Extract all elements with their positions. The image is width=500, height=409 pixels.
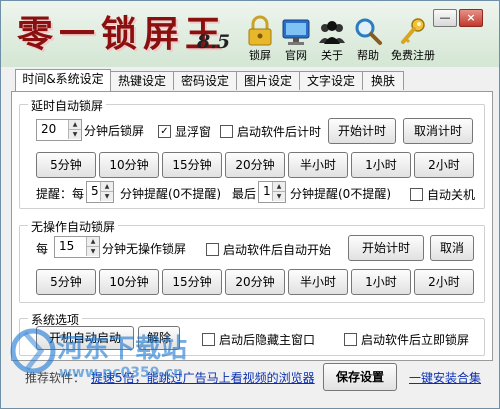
idle-preset-10min[interactable]: 10分钟 (99, 269, 159, 295)
hide-main-window-checkbox[interactable]: 启动后隐藏主窗口 (202, 331, 315, 348)
delay-lock-title: 延时自动锁屏 (28, 97, 107, 114)
idle-preset-2hour[interactable]: 2小时 (414, 269, 474, 295)
idle-minutes-suffix: 分钟无操作锁屏 (102, 242, 187, 256)
tab-text[interactable]: 文字设定 (299, 71, 363, 90)
spinner-up-arrow[interactable]: ▲ (68, 120, 81, 130)
recommend-link[interactable]: 提速5倍，能跳过广告马上看视频的浏览器 (91, 369, 315, 386)
tab-skin[interactable]: 换肤 (362, 71, 404, 90)
app-version: 8.5 (197, 31, 231, 53)
spinner-down-arrow[interactable]: ▼ (272, 192, 285, 201)
idle-preset-15min[interactable]: 15分钟 (162, 269, 222, 295)
delay-preset-15min[interactable]: 15分钟 (162, 152, 222, 178)
checkmark-icon: ✓ (158, 125, 171, 138)
delay-minutes-suffix: 分钟后锁屏 (84, 124, 145, 138)
auto-shutdown-checkbox[interactable]: 自动关机 (410, 186, 475, 203)
show-float-window-checkbox[interactable]: ✓ 显浮窗 (158, 123, 211, 140)
delay-minutes-input[interactable] (39, 121, 69, 137)
delay-cancel-button[interactable]: 取消计时 (403, 118, 473, 144)
delay-preset-20min[interactable]: 20分钟 (225, 152, 285, 178)
people-icon (319, 21, 345, 44)
title-bar: 零一锁屏王 8.5 锁屏 官网 关于 帮助 免费注册 — × (1, 1, 499, 67)
lock-on-startup-checkbox[interactable]: 启动软件后立即锁屏 (344, 331, 469, 348)
tab-image[interactable]: 图片设定 (236, 71, 300, 90)
show-float-window-label: 显浮窗 (175, 125, 212, 139)
auto-shutdown-label: 自动关机 (427, 188, 476, 202)
delay-preset-1hour[interactable]: 1小时 (351, 152, 411, 178)
remind-last-spinner[interactable]: ▲ ▼ (258, 181, 286, 203)
idle-minutes-input[interactable] (57, 238, 87, 254)
checkbox-box (202, 333, 215, 346)
remove-boot-start-button[interactable]: 解除 (138, 326, 180, 350)
about-button[interactable]: 关于 (317, 15, 347, 63)
system-options-group: 系统选项 开机自动启动 解除 启动后隐藏主窗口 启动软件后立即锁屏 (19, 311, 485, 356)
checkbox-box (220, 125, 233, 138)
timer-on-startup-checkbox[interactable]: 启动软件后计时 (220, 123, 321, 140)
idle-lock-title: 无操作自动锁屏 (28, 218, 119, 235)
tab-password[interactable]: 密码设定 (173, 71, 237, 90)
idle-cancel-button[interactable]: 取消 (430, 235, 474, 261)
remind-prefix: 提醒：每 (36, 187, 85, 201)
timer-on-startup-label: 启动软件后计时 (237, 125, 322, 139)
checkbox-box (206, 243, 219, 256)
idle-minutes-spinner[interactable]: ▲ ▼ (54, 236, 100, 258)
website-button[interactable]: 官网 (281, 15, 311, 63)
about-label: 关于 (321, 49, 343, 62)
delay-start-button[interactable]: 开始计时 (328, 118, 396, 144)
spinner-down-arrow[interactable]: ▼ (68, 130, 81, 139)
app-window: 零一锁屏王 8.5 锁屏 官网 关于 帮助 免费注册 — × 时间&系统设定 热… (0, 0, 500, 409)
idle-preset-5min[interactable]: 5分钟 (36, 269, 96, 295)
tab-content-panel: 延时自动锁屏 ▲ ▼ 分钟后锁屏 ✓ 显浮窗 启动软件后计时 开始计时 取消计时… (11, 91, 493, 361)
monitor-icon (282, 19, 310, 45)
delay-preset-5min[interactable]: 5分钟 (36, 152, 96, 178)
spinner-up-arrow[interactable]: ▲ (86, 237, 99, 247)
app-title: 零一锁屏王 (17, 13, 228, 55)
website-label: 官网 (285, 49, 307, 62)
spinner-up-arrow[interactable]: ▲ (272, 182, 285, 192)
minimize-button[interactable]: — (433, 9, 457, 27)
magnifier-icon (355, 18, 382, 45)
remind-every-spinner[interactable]: ▲ ▼ (86, 181, 114, 203)
save-settings-button[interactable]: 保存设置 (323, 363, 397, 391)
help-button[interactable]: 帮助 (353, 15, 383, 63)
lock-on-startup-label: 启动软件后立即锁屏 (361, 333, 470, 347)
idle-preset-half-hour[interactable]: 半小时 (288, 269, 348, 295)
close-button[interactable]: × (459, 9, 483, 27)
recommend-label: 推荐软件： (25, 371, 86, 385)
lock-screen-button[interactable]: 锁屏 (245, 15, 275, 63)
idle-preset-1hour[interactable]: 1小时 (351, 269, 411, 295)
idle-lock-group: 无操作自动锁屏 每 ▲ ▼ 分钟无操作锁屏 启动软件后自动开始 开始计时 取消 … (19, 218, 485, 303)
idle-preset-20min[interactable]: 20分钟 (225, 269, 285, 295)
checkbox-box (344, 333, 357, 346)
delay-minutes-spinner[interactable]: ▲ ▼ (36, 119, 82, 141)
remind-last-prefix: 最后 (232, 187, 257, 201)
delay-preset-10min[interactable]: 10分钟 (99, 152, 159, 178)
spinner-down-arrow[interactable]: ▼ (86, 247, 99, 256)
padlock-icon (248, 15, 272, 46)
idle-auto-start-checkbox[interactable]: 启动软件后自动开始 (206, 241, 331, 258)
idle-start-button[interactable]: 开始计时 (348, 235, 424, 261)
spinner-down-arrow[interactable]: ▼ (100, 192, 113, 201)
free-register-label: 免费注册 (391, 49, 435, 62)
spinner-up-arrow[interactable]: ▲ (100, 182, 113, 192)
tab-hotkey[interactable]: 热键设定 (110, 71, 174, 90)
install-bundle-link[interactable]: 一键安装合集 (409, 369, 481, 386)
idle-auto-start-label: 启动软件后自动开始 (223, 243, 332, 257)
remind-last-suffix: 分钟提醒(0不提醒) (290, 187, 391, 201)
idle-prefix: 每 (36, 242, 49, 256)
checkbox-box (410, 188, 423, 201)
hide-main-window-label: 启动后隐藏主窗口 (219, 333, 316, 347)
lock-screen-label: 锁屏 (249, 49, 271, 62)
key-icon (401, 18, 425, 44)
help-label: 帮助 (357, 49, 379, 62)
delay-preset-2hour[interactable]: 2小时 (414, 152, 474, 178)
remind-every-suffix: 分钟提醒(0不提醒) (120, 187, 221, 201)
boot-start-button[interactable]: 开机自动启动 (36, 326, 134, 350)
delay-lock-group: 延时自动锁屏 ▲ ▼ 分钟后锁屏 ✓ 显浮窗 启动软件后计时 开始计时 取消计时… (19, 97, 485, 209)
delay-preset-half-hour[interactable]: 半小时 (288, 152, 348, 178)
tab-time-system[interactable]: 时间&系统设定 (15, 69, 111, 91)
